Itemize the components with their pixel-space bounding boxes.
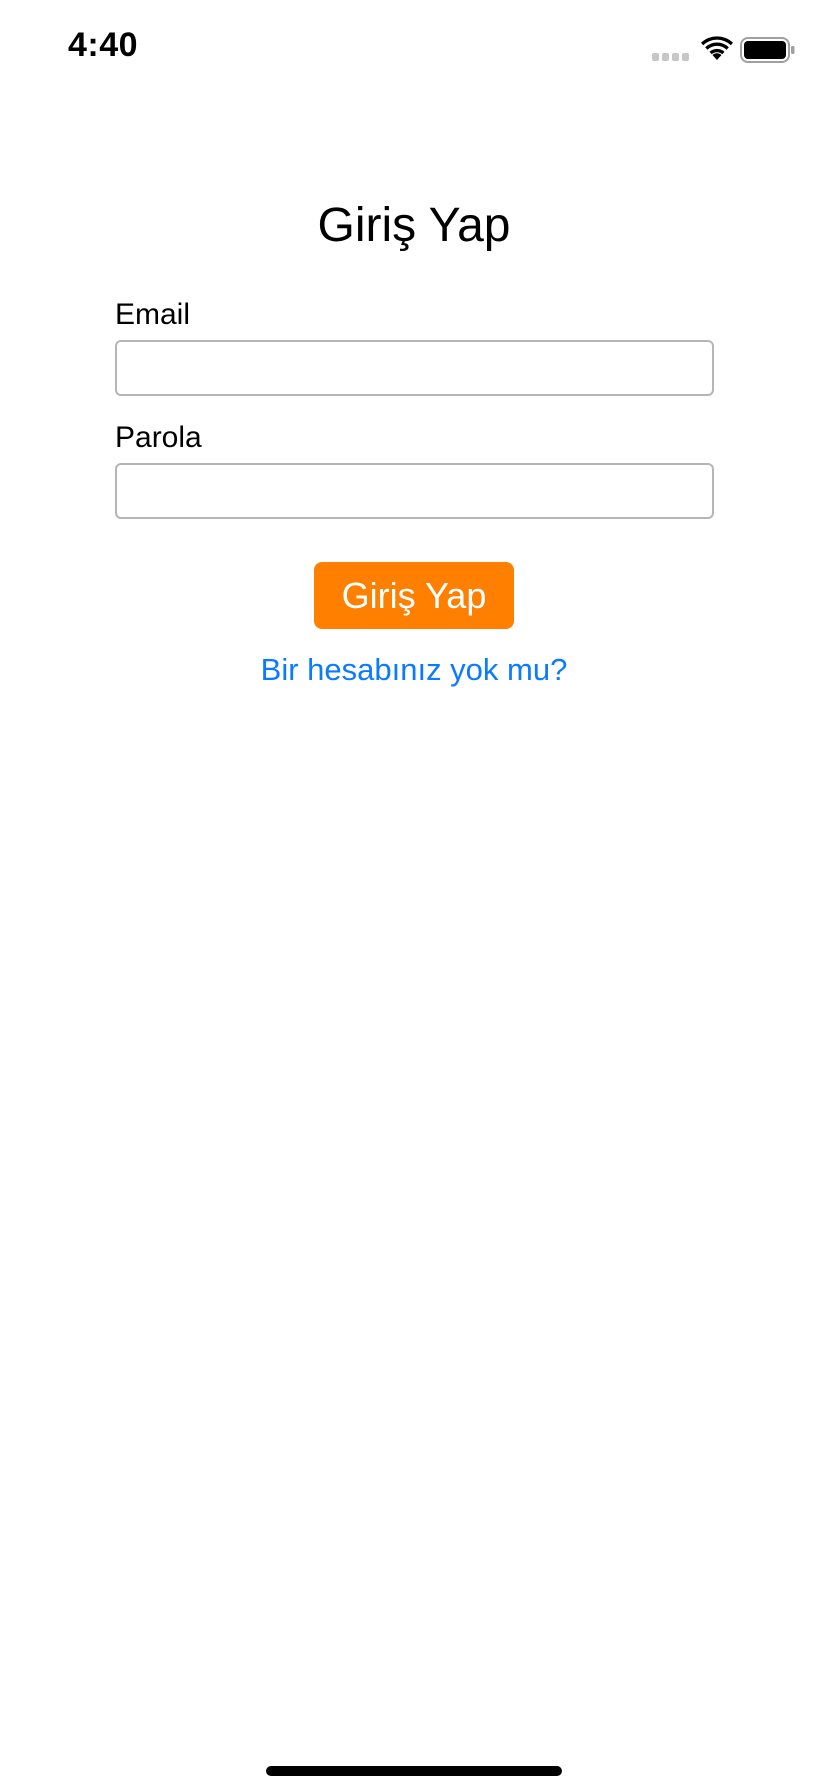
status-bar: 4:40 bbox=[0, 0, 828, 100]
login-button[interactable]: Giriş Yap bbox=[314, 562, 514, 629]
signup-link[interactable]: Bir hesabınız yok mu? bbox=[0, 650, 828, 690]
email-field[interactable] bbox=[115, 340, 714, 396]
page-title: Giriş Yap bbox=[317, 199, 511, 252]
password-field[interactable] bbox=[115, 463, 714, 519]
password-label: Parola bbox=[115, 421, 202, 454]
battery-icon bbox=[740, 37, 795, 63]
wifi-icon bbox=[701, 36, 733, 60]
status-time: 4:40 bbox=[68, 26, 139, 64]
home-indicator[interactable] bbox=[266, 1766, 562, 1776]
email-label: Email bbox=[115, 298, 191, 331]
cellular-signal-icon bbox=[652, 53, 690, 61]
